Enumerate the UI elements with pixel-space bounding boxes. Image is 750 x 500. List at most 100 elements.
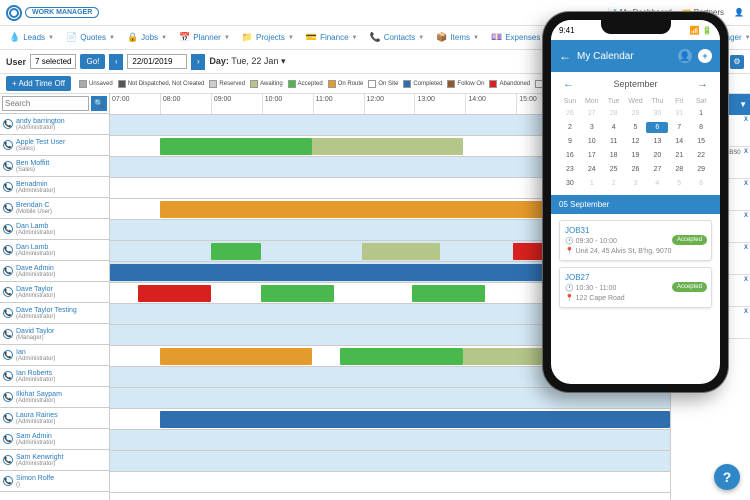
- calendar-day[interactable]: 12: [625, 136, 647, 147]
- user-row[interactable]: 📞Simon Rolfe(): [0, 471, 109, 492]
- menu-projects[interactable]: 📁Projects▼: [237, 29, 299, 46]
- user-select[interactable]: 7 selected: [30, 54, 76, 69]
- calendar-day[interactable]: 26: [559, 108, 581, 119]
- user-avatar-icon[interactable]: 👤: [734, 8, 744, 17]
- calendar-day[interactable]: 2: [603, 178, 625, 189]
- month-prev-icon[interactable]: ←: [563, 78, 574, 90]
- schedule-row[interactable]: [110, 472, 670, 493]
- schedule-bar[interactable]: [362, 243, 440, 260]
- menu-leads[interactable]: 💧Leads▼: [4, 29, 59, 46]
- menu-items[interactable]: 📦Items▼: [431, 29, 484, 46]
- user-row[interactable]: 📞Laura Raines(Administrator): [0, 408, 109, 429]
- schedule-row[interactable]: [110, 409, 670, 430]
- user-row[interactable]: 📞Dave Admin(Administrator): [0, 261, 109, 282]
- add-icon[interactable]: +: [698, 49, 712, 63]
- user-row[interactable]: 📞Ben Moffitt(Sales): [0, 156, 109, 177]
- calendar-day[interactable]: 21: [668, 150, 690, 161]
- menu-finance[interactable]: 💳Finance▼: [301, 29, 363, 46]
- calendar-day[interactable]: 19: [625, 150, 647, 161]
- search-button[interactable]: 🔍: [91, 96, 107, 111]
- schedule-bar[interactable]: [160, 348, 311, 365]
- menu-quotes[interactable]: 📄Quotes▼: [61, 29, 120, 46]
- close-icon[interactable]: X: [744, 117, 748, 123]
- schedule-bar[interactable]: [412, 285, 485, 302]
- date-next-button[interactable]: ›: [191, 54, 205, 70]
- close-icon[interactable]: X: [744, 213, 748, 219]
- close-icon[interactable]: X: [744, 149, 748, 155]
- schedule-bar[interactable]: [211, 243, 261, 260]
- search-input[interactable]: [2, 96, 89, 111]
- calendar-day[interactable]: 8: [690, 122, 712, 133]
- user-row[interactable]: 📞Ian Roberts(Administrator): [0, 366, 109, 387]
- calendar-day[interactable]: 14: [668, 136, 690, 147]
- date-prev-button[interactable]: ‹: [109, 54, 123, 70]
- user-row[interactable]: 📞David Taylor(Manager): [0, 324, 109, 345]
- calendar-day[interactable]: 13: [646, 136, 668, 147]
- view-btn-3[interactable]: ⚙: [730, 55, 744, 69]
- calendar-day[interactable]: 28: [603, 108, 625, 119]
- calendar-day[interactable]: 23: [559, 164, 581, 175]
- user-row[interactable]: 📞Sam Kenwright(Administrator): [0, 450, 109, 471]
- calendar-day[interactable]: 29: [690, 164, 712, 175]
- calendar-day[interactable]: 16: [559, 150, 581, 161]
- schedule-row[interactable]: [110, 451, 670, 472]
- calendar-day[interactable]: 11: [603, 136, 625, 147]
- schedule-bar[interactable]: [160, 411, 670, 428]
- user-row[interactable]: 📞Ilkihat Saypam(Administrator): [0, 387, 109, 408]
- back-icon[interactable]: ←: [559, 49, 571, 63]
- job-card[interactable]: JOB27🕐 10:30 - 11:00📍 122 Cape RoadAccep…: [559, 267, 712, 308]
- schedule-bar[interactable]: [312, 138, 463, 155]
- month-next-icon[interactable]: →: [697, 78, 708, 90]
- calendar-day[interactable]: 10: [581, 136, 603, 147]
- user-row[interactable]: 📞Benadmin(Administrator): [0, 177, 109, 198]
- calendar-day[interactable]: 5: [625, 122, 647, 133]
- calendar-day[interactable]: 5: [668, 178, 690, 189]
- schedule-bar[interactable]: [340, 348, 463, 365]
- calendar-day[interactable]: 15: [690, 136, 712, 147]
- filter-icon[interactable]: ▼: [739, 100, 747, 109]
- calendar-day[interactable]: 27: [581, 108, 603, 119]
- calendar-day[interactable]: 1: [690, 108, 712, 119]
- menu-contacts[interactable]: 📞Contacts▼: [364, 29, 429, 46]
- profile-icon[interactable]: 👤: [678, 49, 692, 63]
- calendar-day[interactable]: 27: [646, 164, 668, 175]
- calendar-day[interactable]: 30: [559, 178, 581, 189]
- calendar-day[interactable]: 20: [646, 150, 668, 161]
- calendar-day[interactable]: 4: [603, 122, 625, 133]
- user-row[interactable]: 📞Dave Taylor Testing(Administrator): [0, 303, 109, 324]
- user-row[interactable]: 📞Brendan C(Mobile User): [0, 198, 109, 219]
- close-icon[interactable]: X: [744, 245, 748, 251]
- menu-jobs[interactable]: 🔒Jobs▼: [122, 29, 172, 46]
- job-card[interactable]: JOB31🕐 09:30 - 10:00📍 Unit 24, 45 Alvis …: [559, 220, 712, 261]
- calendar-day[interactable]: 22: [690, 150, 712, 161]
- calendar-day[interactable]: 4: [646, 178, 668, 189]
- calendar-day[interactable]: 3: [625, 178, 647, 189]
- help-button[interactable]: ?: [714, 464, 740, 490]
- calendar-day[interactable]: 9: [559, 136, 581, 147]
- calendar-day[interactable]: 7: [668, 122, 690, 133]
- user-row[interactable]: 📞Ian(Administrator): [0, 345, 109, 366]
- schedule-bar[interactable]: [160, 138, 311, 155]
- schedule-bar[interactable]: [138, 285, 211, 302]
- schedule-bar[interactable]: [261, 285, 334, 302]
- user-row[interactable]: 📞andy barrington(Administrator): [0, 114, 109, 135]
- close-icon[interactable]: X: [744, 309, 748, 315]
- user-row[interactable]: 📞Sam Admin(Administrator): [0, 429, 109, 450]
- user-row[interactable]: 📞Dan Lamb(Administrator): [0, 240, 109, 261]
- user-row[interactable]: 📞Dave Taylor(Administrator): [0, 282, 109, 303]
- calendar-day[interactable]: 26: [625, 164, 647, 175]
- add-time-off-button[interactable]: + Add Time Off: [6, 76, 71, 91]
- calendar-day[interactable]: 25: [603, 164, 625, 175]
- calendar-day[interactable]: 6: [646, 122, 668, 133]
- schedule-row[interactable]: [110, 430, 670, 451]
- calendar-day[interactable]: 31: [668, 108, 690, 119]
- user-row[interactable]: 📞Apple Test User(Sales): [0, 135, 109, 156]
- calendar-day[interactable]: 2: [559, 122, 581, 133]
- calendar-day[interactable]: 18: [603, 150, 625, 161]
- calendar-day[interactable]: 30: [646, 108, 668, 119]
- date-input[interactable]: [127, 54, 187, 69]
- close-icon[interactable]: X: [744, 181, 748, 187]
- calendar-day[interactable]: 24: [581, 164, 603, 175]
- calendar-day[interactable]: 3: [581, 122, 603, 133]
- calendar-day[interactable]: 1: [581, 178, 603, 189]
